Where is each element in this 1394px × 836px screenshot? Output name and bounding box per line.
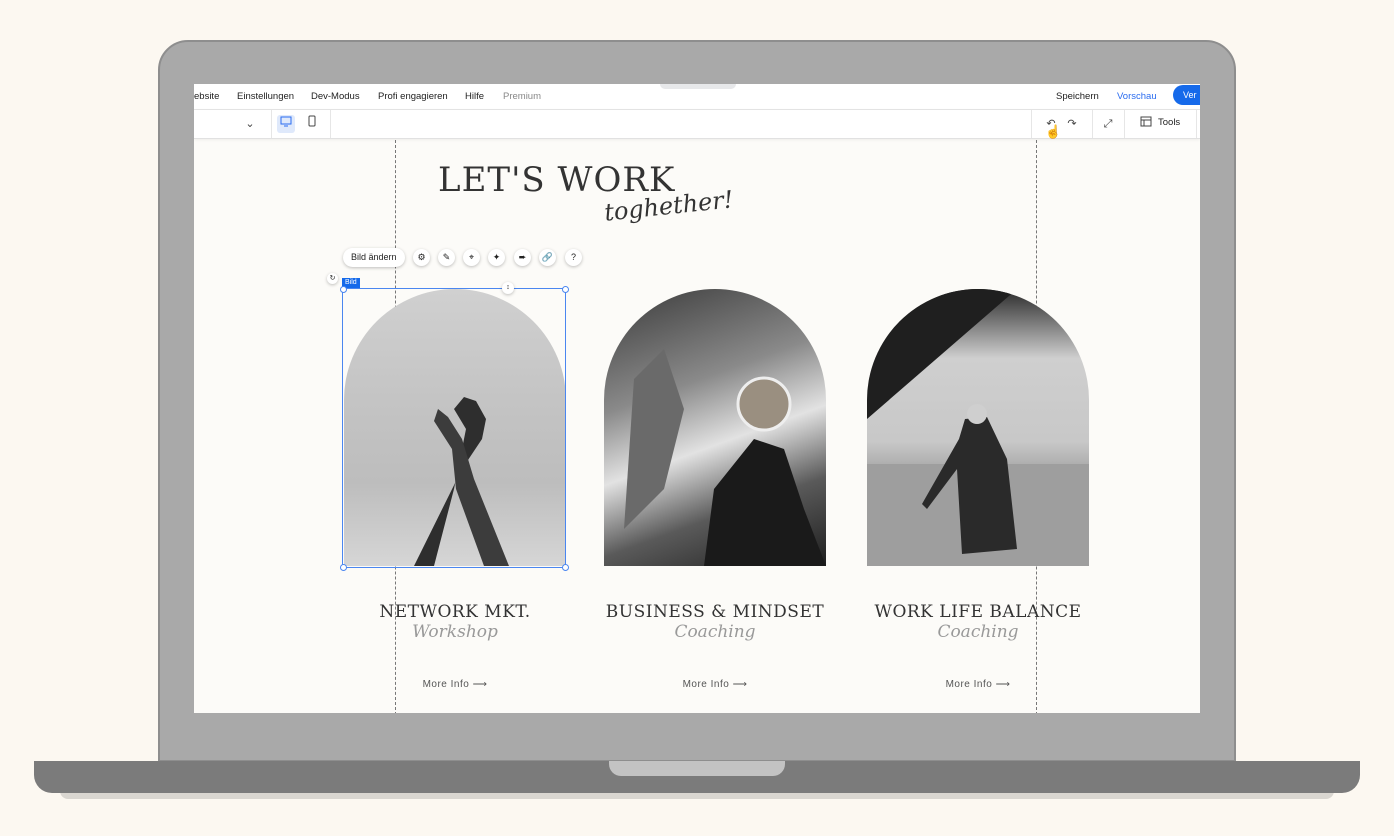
- selected-image-frame[interactable]: [342, 288, 566, 568]
- crop-icon[interactable]: ⌖: [463, 249, 480, 266]
- toolbar-divider: [271, 110, 272, 138]
- more-info-link[interactable]: More Info ⟶: [325, 679, 585, 690]
- preview-button[interactable]: Vorschau: [1117, 91, 1157, 102]
- card-title: NETWORK MKT.: [379, 602, 531, 622]
- card-title: BUSINESS & MINDSET: [605, 602, 825, 622]
- tools-panel-icon[interactable]: [1139, 115, 1153, 133]
- toolbar-divider: [1031, 110, 1032, 138]
- more-info-link[interactable]: More Info ⟶: [848, 679, 1108, 690]
- resize-handle[interactable]: [562, 564, 569, 571]
- laptop-notch: [609, 761, 785, 776]
- edit-icon[interactable]: ✎: [438, 249, 455, 266]
- publish-button[interactable]: Ver: [1173, 85, 1200, 105]
- card-image-bridge[interactable]: [867, 289, 1089, 566]
- help-icon[interactable]: ?: [565, 249, 582, 266]
- card-subtitle: Coaching: [937, 622, 1019, 642]
- hand-cursor-icon: ☝: [1045, 124, 1062, 139]
- animation-icon[interactable]: ➨: [514, 249, 531, 266]
- resize-handle[interactable]: [340, 564, 347, 571]
- card-subtitle: Coaching: [674, 622, 756, 642]
- editor-menubar: ebsite Einstellungen Dev-Modus Profi eng…: [194, 84, 1200, 110]
- chevron-down-icon[interactable]: ⌄: [241, 115, 259, 133]
- fit-to-screen-icon[interactable]: ⤢: [1099, 115, 1117, 133]
- desktop-icon[interactable]: [277, 115, 295, 133]
- card-title: WORK LIFE BALANCE: [874, 602, 1082, 622]
- link-icon[interactable]: 🔗: [539, 249, 556, 266]
- mobile-icon[interactable]: [303, 115, 321, 133]
- menu-settings[interactable]: Einstellungen: [237, 91, 294, 102]
- save-button[interactable]: Speichern: [1056, 91, 1099, 102]
- card-image-coffee[interactable]: [604, 289, 826, 566]
- menu-help[interactable]: Hilfe: [465, 91, 484, 102]
- tools-button[interactable]: Tools: [1158, 117, 1180, 128]
- editor-screen: ebsite Einstellungen Dev-Modus Profi eng…: [194, 84, 1200, 713]
- menu-hire-pro[interactable]: Profi engagieren: [378, 91, 448, 102]
- redo-icon[interactable]: ↷: [1063, 115, 1081, 133]
- resize-handle[interactable]: [340, 286, 347, 293]
- menu-premium[interactable]: Premium: [503, 91, 541, 102]
- menu-dev-mode[interactable]: Dev-Modus: [311, 91, 360, 102]
- top-tab-handle[interactable]: [660, 84, 736, 89]
- toolbar-divider: [1124, 110, 1125, 138]
- magic-icon[interactable]: ✦: [488, 249, 505, 266]
- resize-handle[interactable]: [562, 286, 569, 293]
- toolbar-divider: [1092, 110, 1093, 138]
- settings-icon[interactable]: ⚙: [413, 249, 430, 266]
- more-info-link[interactable]: More Info ⟶: [585, 679, 845, 690]
- drag-handle-icon[interactable]: ↕: [502, 282, 514, 294]
- menu-website[interactable]: ebsite: [194, 91, 219, 102]
- change-image-button[interactable]: Bild ändern: [343, 248, 405, 267]
- toolbar-divider: [1196, 110, 1197, 138]
- toolbar-divider: [330, 110, 331, 138]
- rotate-icon[interactable]: ↻: [327, 273, 338, 284]
- card-subtitle: Workshop: [412, 622, 498, 642]
